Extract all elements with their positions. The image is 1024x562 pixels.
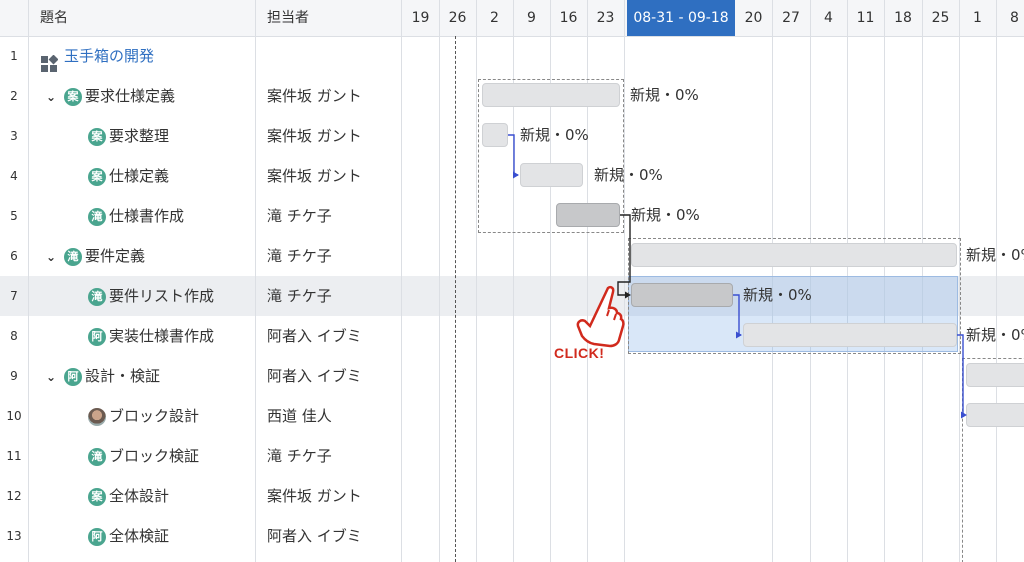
owner-cell: 案件坂 ガント xyxy=(267,127,362,145)
row-number: 3 xyxy=(10,129,18,143)
project-icon xyxy=(40,48,59,72)
table-header: 題名 担当者 xyxy=(0,0,402,37)
chevron-down-icon[interactable]: ⌄ xyxy=(46,77,60,117)
task-title: 仕様書作成 xyxy=(109,207,185,225)
task-title: ブロック検証 xyxy=(109,447,200,465)
task-title-cell[interactable]: 案仕様定義 xyxy=(88,156,169,196)
avatar: 滝 xyxy=(88,207,106,226)
owner-cell: 西道 佳人 xyxy=(267,407,332,425)
task-title: 要件定義 xyxy=(85,247,146,265)
task-title: 仕様定義 xyxy=(109,167,170,185)
owner-cell: 案件坂 ガント xyxy=(267,167,362,185)
dependency-links xyxy=(508,134,967,419)
avatar: 滝 xyxy=(88,287,106,306)
chevron-down-icon[interactable]: ⌄ xyxy=(46,357,60,397)
hand-cursor-icon xyxy=(576,285,625,348)
task-title: 要件リスト作成 xyxy=(109,287,215,305)
owner-cell: 滝 チケ子 xyxy=(267,287,332,305)
owner-cell: 阿者入 イブミ xyxy=(267,367,362,385)
click-hint-label: CLICK! xyxy=(554,345,605,361)
arrow-head xyxy=(625,291,631,299)
avatar: 案 xyxy=(64,87,82,106)
row-number: 1 xyxy=(10,49,18,63)
row-number: 13 xyxy=(6,529,22,543)
task-title: 設計・検証 xyxy=(85,367,161,385)
task-title: ブロック設計 xyxy=(109,407,200,425)
task-title-cell[interactable]: 阿実装仕様書作成 xyxy=(88,316,214,356)
avatar: 阿 xyxy=(64,367,82,386)
dependency-arrow xyxy=(962,375,964,416)
owner-column-header[interactable]: 担当者 xyxy=(267,0,309,36)
task-title-cell[interactable]: ⌄ 案要求仕様定義 xyxy=(46,76,175,116)
dependency-arrow xyxy=(733,294,741,336)
avatar: 案 xyxy=(88,127,106,146)
task-title-cell[interactable]: ⌄ 滝要件定義 xyxy=(46,236,145,276)
divider xyxy=(255,0,256,562)
avatar: 滝 xyxy=(88,447,106,466)
row-number: 8 xyxy=(10,329,18,343)
owner-cell: 滝 チケ子 xyxy=(267,447,332,465)
arrow-head xyxy=(513,171,519,179)
task-title-cell[interactable]: 案要求整理 xyxy=(88,116,169,156)
arrow-head xyxy=(961,411,967,419)
task-title-cell[interactable]: 滝仕様書作成 xyxy=(88,196,184,236)
row-number: 7 xyxy=(10,289,18,303)
task-title-cell[interactable]: 滝要件リスト作成 xyxy=(88,276,214,316)
row-number: 12 xyxy=(6,489,22,503)
owner-cell: 滝 チケ子 xyxy=(267,207,332,225)
divider xyxy=(28,0,29,562)
task-title-cell[interactable]: 阿全体検証 xyxy=(88,516,169,556)
task-title: 全体検証 xyxy=(109,527,170,545)
avatar: 案 xyxy=(88,167,106,186)
row-number: 2 xyxy=(10,89,18,103)
task-title-cell[interactable]: 玉手箱の開発 xyxy=(40,36,154,76)
dependency-arrow xyxy=(508,134,518,176)
task-title: 要求仕様定義 xyxy=(85,87,176,105)
avatar: 阿 xyxy=(88,327,106,346)
task-title-cell[interactable]: 案全体設計 xyxy=(88,476,169,516)
avatar xyxy=(88,407,106,426)
owner-cell: 案件坂 ガント xyxy=(267,487,362,505)
row-number: 9 xyxy=(10,369,18,383)
task-title: 要求整理 xyxy=(109,127,170,145)
owner-cell: 滝 チケ子 xyxy=(267,247,332,265)
row-number: 6 xyxy=(10,249,18,263)
task-title: 玉手箱の開発 xyxy=(64,47,155,65)
task-title-cell[interactable]: ⌄ 阿設計・検証 xyxy=(46,356,160,396)
row-number: 5 xyxy=(10,209,18,223)
task-title-cell[interactable]: 滝ブロック検証 xyxy=(88,436,199,476)
chevron-down-icon[interactable]: ⌄ xyxy=(46,237,60,277)
task-title-cell[interactable]: ブロック設計 xyxy=(88,396,199,436)
title-column-header[interactable]: 題名 xyxy=(40,0,68,36)
dependency-arrow-active xyxy=(617,214,631,296)
task-title: 全体設計 xyxy=(109,487,170,505)
gantt-chart[interactable]: 19 26 2 9 16 23 08-31 - 09-18 20 27 4 11 18 25 1 8 新規・… xyxy=(402,0,1024,562)
avatar: 案 xyxy=(88,487,106,506)
owner-cell: 阿者入 イブミ xyxy=(267,527,362,545)
avatar: 阿 xyxy=(88,527,106,546)
row-number: 4 xyxy=(10,169,18,183)
owner-cell: 案件坂 ガント xyxy=(267,87,362,105)
owner-cell: 阿者入 イブミ xyxy=(267,327,362,345)
task-title: 実装仕様書作成 xyxy=(109,327,215,345)
avatar: 滝 xyxy=(64,247,82,266)
dependency-arrow xyxy=(957,334,964,375)
row-number: 11 xyxy=(6,449,22,463)
row-number: 10 xyxy=(6,409,22,423)
